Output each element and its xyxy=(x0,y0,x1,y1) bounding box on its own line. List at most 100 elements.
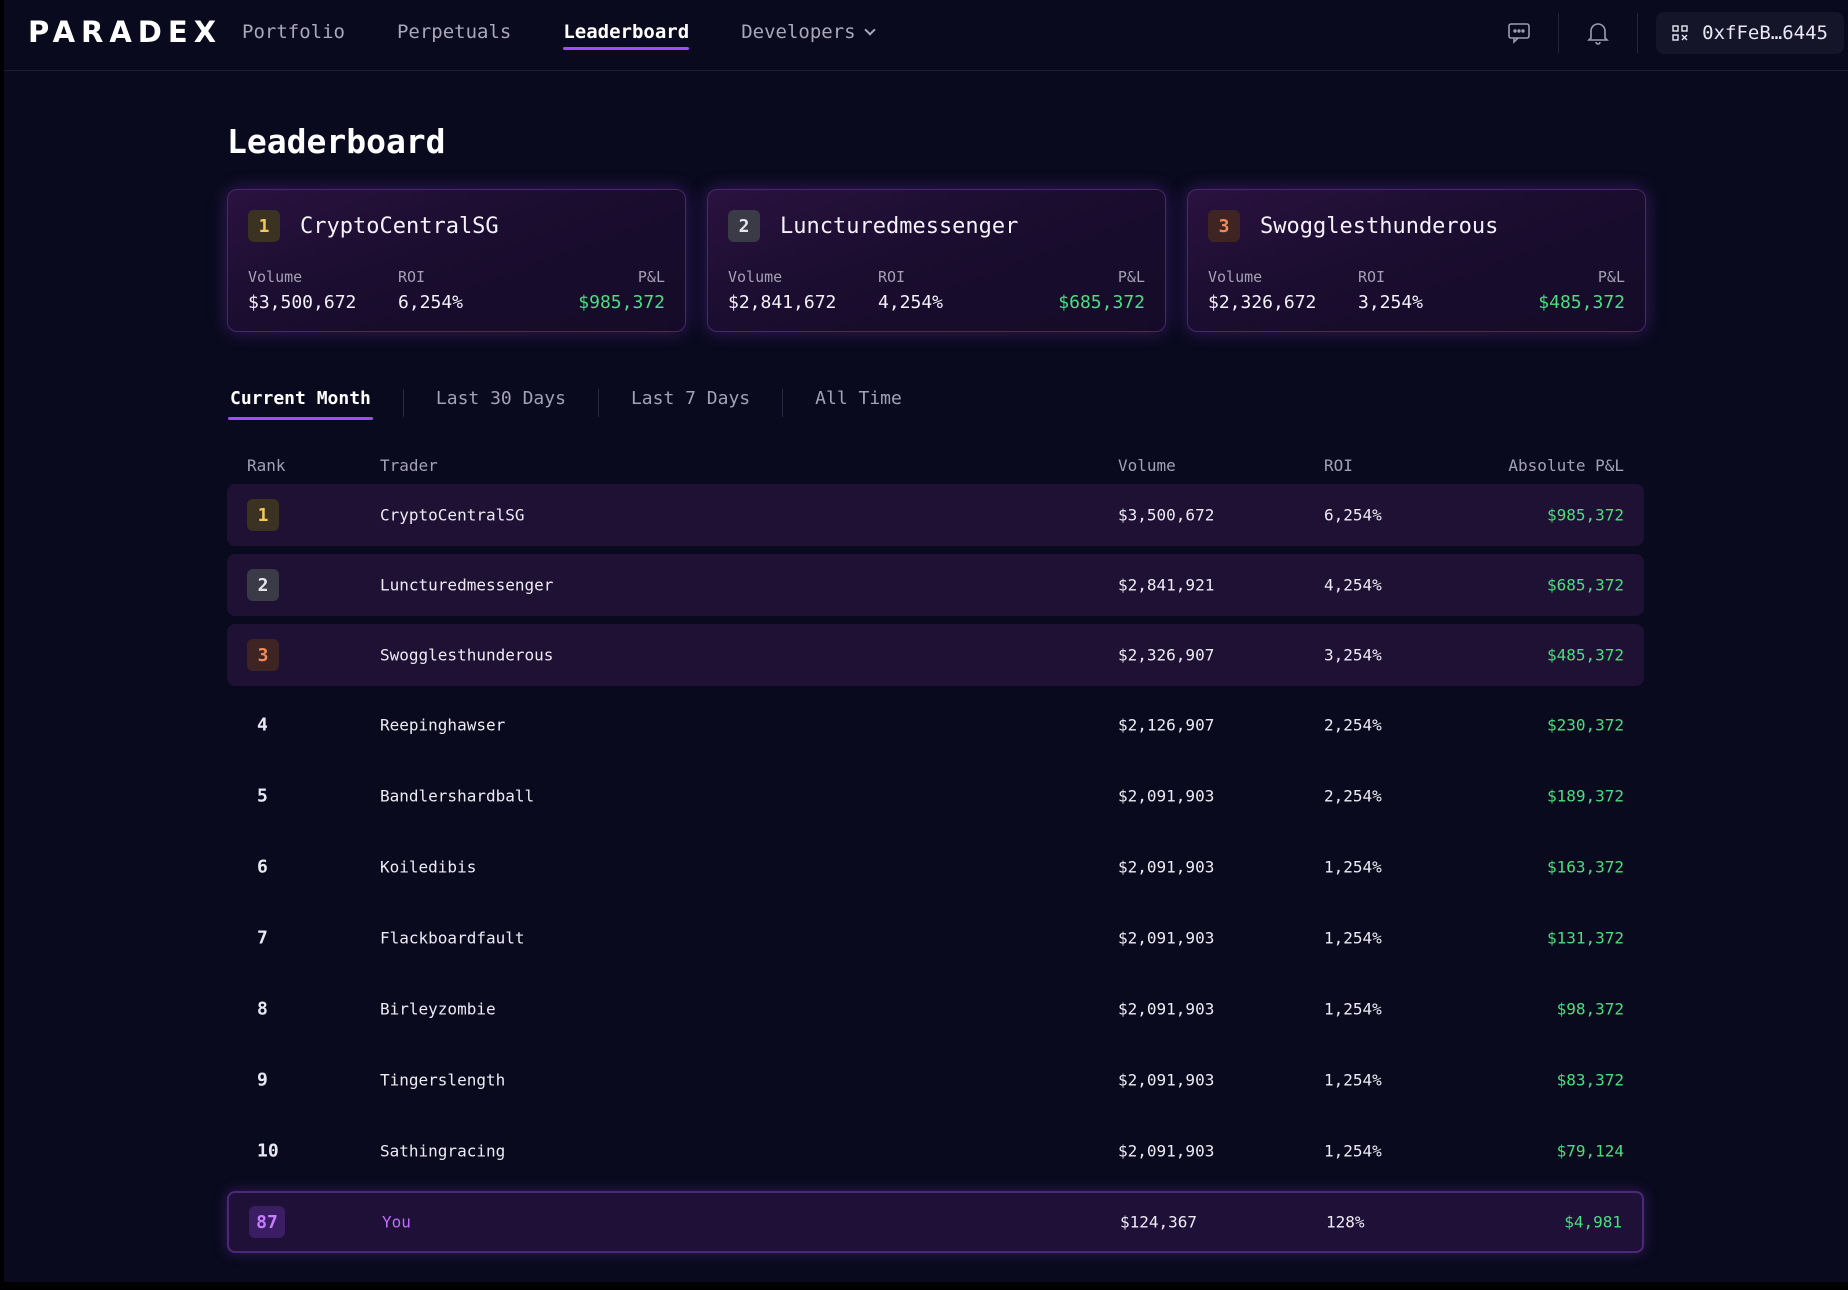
pnl-cell: $83,372 xyxy=(1556,1070,1624,1090)
volume-label: Volume xyxy=(1208,268,1263,286)
roi-cell: 1,254% xyxy=(1324,928,1382,948)
time-range-tabs: Current Month Last 30 Days Last 7 Days A… xyxy=(228,374,904,422)
trader-name: Swogglesthunderous xyxy=(1260,213,1499,239)
roi-cell: 1,254% xyxy=(1324,857,1382,877)
rank-badge: 2 xyxy=(728,210,760,242)
your-rank-row[interactable]: 87 You $124,367 128% $4,981 xyxy=(227,1191,1644,1253)
trader-name: Flackboardfault xyxy=(380,928,525,948)
column-volume[interactable]: Volume xyxy=(1118,456,1176,475)
table-row[interactable]: 4 Reepinghawser $2,126,907 2,254% $230,3… xyxy=(227,694,1644,756)
roi-cell: 4,254% xyxy=(1324,575,1382,595)
chat-icon xyxy=(1508,23,1530,44)
podium-cards: 1 CryptoCentralSG Volume ROI P&L $3,500,… xyxy=(227,189,1646,332)
notifications-button[interactable] xyxy=(1577,12,1619,54)
trader-name: Swogglesthunderous xyxy=(380,645,554,665)
table-row[interactable]: 2 Luncturedmessenger $2,841,921 4,254% $… xyxy=(227,554,1644,616)
nav-divider xyxy=(1558,13,1560,53)
nav-leaderboard[interactable]: Leaderboard xyxy=(563,0,689,64)
roi-cell: 1,254% xyxy=(1324,1070,1382,1090)
table-header: Rank Trader Volume ROI Absolute P&L xyxy=(227,452,1644,478)
trader-name: You xyxy=(382,1212,411,1232)
nav-portfolio[interactable]: Portfolio xyxy=(242,0,345,64)
volume-cell: $2,126,907 xyxy=(1118,715,1215,735)
rank-badge: 1 xyxy=(248,210,280,242)
pnl-label: P&L xyxy=(1117,268,1145,286)
roi-cell: 1,254% xyxy=(1324,1141,1382,1161)
table-row[interactable]: 3 Swogglesthunderous $2,326,907 3,254% $… xyxy=(227,624,1644,686)
table-row[interactable]: 1 CryptoCentralSG $3,500,672 6,254% $985… xyxy=(227,484,1644,546)
top-nav: PARADEX Portfolio Perpetuals Leaderboard… xyxy=(4,0,1848,71)
volume-cell: $2,091,903 xyxy=(1118,1070,1215,1090)
pnl-cell: $685,372 xyxy=(1546,575,1624,595)
tab-all-time[interactable]: All Time xyxy=(813,374,904,422)
roi-cell: 3,254% xyxy=(1324,645,1382,665)
rank-badge: 3 xyxy=(1208,210,1240,242)
pnl-label: P&L xyxy=(637,268,665,286)
rank-number: 9 xyxy=(257,1069,268,1091)
rank-number: 8 xyxy=(257,998,268,1020)
tab-last-30-days[interactable]: Last 30 Days xyxy=(434,374,568,422)
pnl-value: $685,372 xyxy=(1058,292,1145,313)
table-row[interactable]: 5 Bandlershardball $2,091,903 2,254% $18… xyxy=(227,765,1644,827)
pnl-label: P&L xyxy=(1597,268,1625,286)
pnl-cell: $230,372 xyxy=(1546,715,1624,735)
column-absolute-pnl[interactable]: Absolute P&L xyxy=(1508,456,1624,475)
roi-value: 6,254% xyxy=(398,292,464,313)
table-row[interactable]: 10 Sathingracing $2,091,903 1,254% $79,1… xyxy=(227,1120,1644,1182)
trader-name: Koiledibis xyxy=(380,857,477,877)
roi-label: ROI xyxy=(398,268,426,286)
volume-cell: $2,091,903 xyxy=(1118,857,1215,877)
wallet-button[interactable]: 0xfFeB…6445 xyxy=(1656,12,1844,54)
rank-badge: 2 xyxy=(247,569,279,601)
volume-value: $2,841,672 xyxy=(728,292,837,313)
trader-name: Tingerslength xyxy=(380,1070,506,1090)
pnl-cell: $131,372 xyxy=(1546,928,1624,948)
app-window: PARADEX Portfolio Perpetuals Leaderboard… xyxy=(0,0,1848,1290)
trader-name: CryptoCentralSG xyxy=(300,213,499,239)
bell-icon xyxy=(1587,23,1610,45)
volume-label: Volume xyxy=(248,268,303,286)
chat-button[interactable] xyxy=(1498,12,1540,54)
page-title: Leaderboard xyxy=(227,122,446,161)
roi-label: ROI xyxy=(1358,268,1386,286)
chevron-down-icon xyxy=(863,23,876,36)
volume-cell: $3,500,672 xyxy=(1118,505,1215,525)
table-row[interactable]: 9 Tingerslength $2,091,903 1,254% $83,37… xyxy=(227,1049,1644,1111)
trader-name: Birleyzombie xyxy=(380,999,496,1019)
nav-developers[interactable]: Developers xyxy=(741,0,876,64)
table-row[interactable]: 8 Birleyzombie $2,091,903 1,254% $98,372 xyxy=(227,978,1644,1040)
roi-cell: 6,254% xyxy=(1324,505,1382,525)
column-trader[interactable]: Trader xyxy=(380,456,438,475)
table-row[interactable]: 7 Flackboardfault $2,091,903 1,254% $131… xyxy=(227,907,1644,969)
roi-label: ROI xyxy=(878,268,906,286)
pnl-value: $985,372 xyxy=(578,292,665,313)
paradex-logo[interactable]: PARADEX xyxy=(28,15,222,49)
roi-value: 4,254% xyxy=(878,292,944,313)
podium-card-1[interactable]: 1 CryptoCentralSG Volume ROI P&L $3,500,… xyxy=(227,189,686,332)
column-rank[interactable]: Rank xyxy=(247,456,286,475)
pnl-cell: $985,372 xyxy=(1546,505,1624,525)
rank-number: 5 xyxy=(257,785,268,807)
volume-value: $3,500,672 xyxy=(248,292,357,313)
pnl-cell: $163,372 xyxy=(1546,857,1624,877)
podium-card-2[interactable]: 2 Luncturedmessenger Volume ROI P&L $2,8… xyxy=(707,189,1166,332)
rank-number: 10 xyxy=(257,1140,279,1162)
table-row[interactable]: 6 Koiledibis $2,091,903 1,254% $163,372 xyxy=(227,836,1644,898)
column-roi[interactable]: ROI xyxy=(1324,456,1353,475)
nav-perpetuals-label: Perpetuals xyxy=(396,21,512,43)
tab-current-month[interactable]: Current Month xyxy=(228,374,373,422)
roi-cell: 1,254% xyxy=(1324,999,1382,1019)
rank-badge: 87 xyxy=(249,1206,285,1238)
rank-number: 4 xyxy=(257,714,268,736)
tab-last-7-days[interactable]: Last 7 Days xyxy=(629,374,752,422)
nav-perpetuals[interactable]: Perpetuals xyxy=(397,0,511,64)
pnl-cell: $4,981 xyxy=(1564,1212,1622,1232)
wallet-icon xyxy=(1672,25,1688,41)
trader-name: CryptoCentralSG xyxy=(380,505,525,525)
pnl-value: $485,372 xyxy=(1538,292,1625,313)
rank-number: 6 xyxy=(257,856,268,878)
podium-card-3[interactable]: 3 Swogglesthunderous Volume ROI P&L $2,3… xyxy=(1187,189,1646,332)
nav-portfolio-label: Portfolio xyxy=(242,21,345,43)
nav-links: Portfolio Perpetuals Leaderboard Develop… xyxy=(242,0,926,64)
volume-cell: $2,091,903 xyxy=(1118,1141,1215,1161)
